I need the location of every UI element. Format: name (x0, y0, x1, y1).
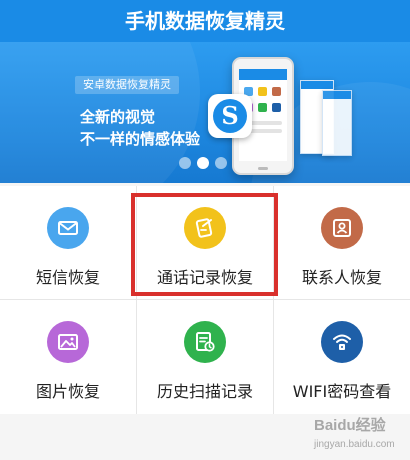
carousel-dot-active[interactable] (197, 157, 209, 169)
banner-subline: 不一样的情感体验 (80, 130, 201, 148)
baidu-watermark: Baidu经验 jingyan.baidu.com (314, 417, 395, 450)
envelope-icon (47, 207, 89, 249)
scan-history-icon (184, 321, 226, 363)
contacts-recovery-label: 联系人恢复 (301, 268, 382, 287)
wifi-password-label: WIFI密码查看 (292, 382, 392, 401)
sms-recovery-button[interactable]: 短信恢复 (0, 186, 136, 299)
carousel-dot[interactable] (179, 157, 191, 169)
wifi-password-button[interactable]: WIFI密码查看 (274, 300, 410, 413)
sms-recovery-label: 短信恢复 (35, 268, 100, 287)
scan-history-button[interactable]: 历史扫描记录 (137, 300, 273, 413)
photo-recovery-label: 图片恢复 (35, 382, 100, 401)
app-title: 手机数据恢复精灵 (0, 0, 410, 42)
highlight-box (131, 193, 278, 296)
app-screenshot-card (322, 90, 352, 156)
carousel-indicator[interactable] (179, 157, 227, 169)
carousel-dot[interactable] (215, 157, 227, 169)
contacts-recovery-button[interactable]: 联系人恢复 (274, 186, 410, 299)
wifi-lock-icon (321, 321, 363, 363)
scan-history-label: 历史扫描记录 (156, 382, 253, 401)
banner-headline: 全新的视觉 (80, 108, 156, 126)
photo-recovery-button[interactable]: 图片恢复 (0, 300, 136, 413)
picture-icon (47, 321, 89, 363)
contact-card-icon (321, 207, 363, 249)
banner-tag: 安卓数据恢复精灵 (75, 76, 179, 94)
app-logo-icon: S (208, 94, 252, 138)
app-window: 手机数据恢复精灵 安卓数据恢复精灵 全新的视觉 不一样的情感体验 S 短信恢复 … (0, 0, 410, 460)
